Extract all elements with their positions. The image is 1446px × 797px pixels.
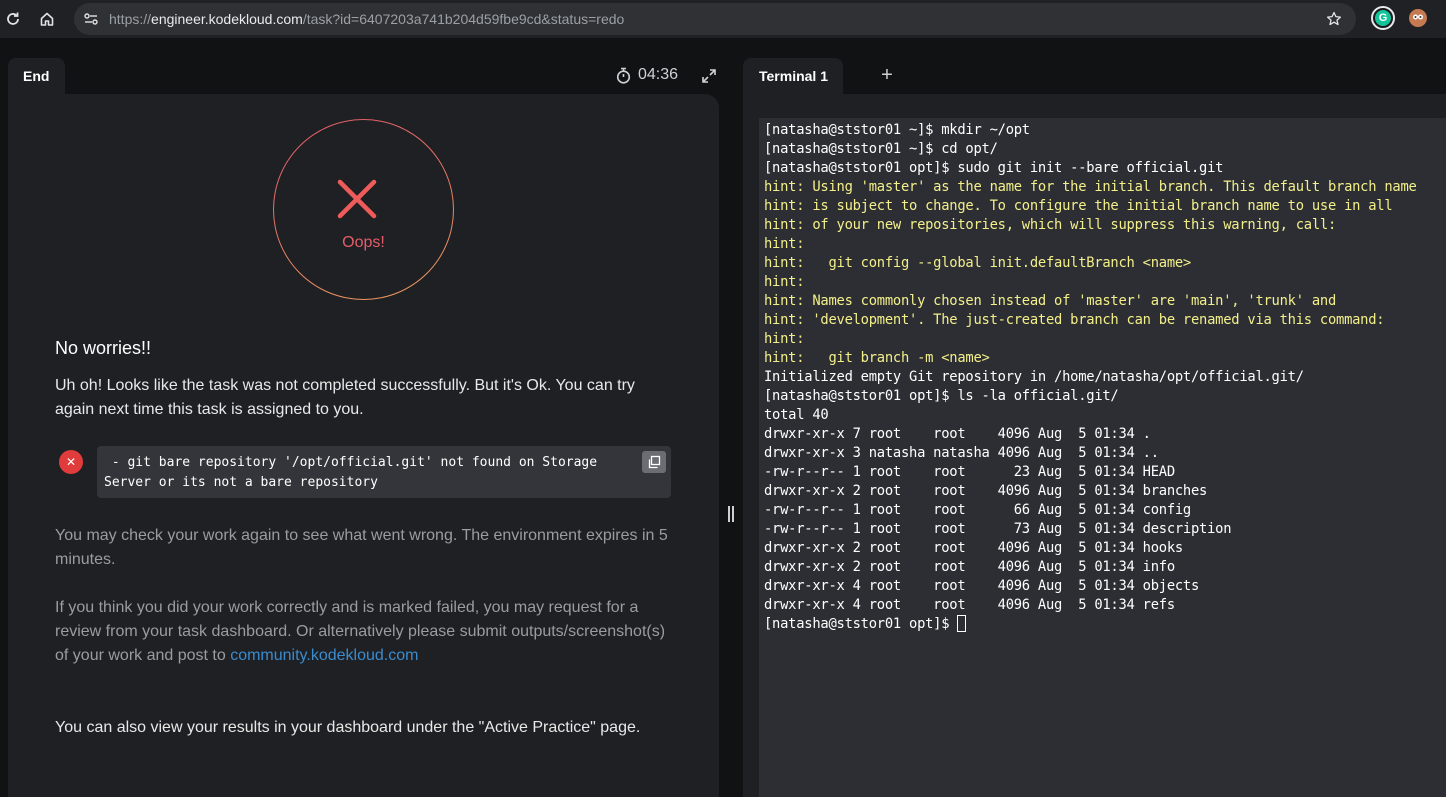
timer-value: 04:36	[638, 66, 679, 83]
terminal-line: hint:	[764, 331, 805, 347]
terminal-line: hint: of your new repositories, which wi…	[764, 217, 1337, 233]
add-terminal-button[interactable]: +	[877, 65, 897, 85]
terminal-line: hint: git branch -m <name>	[764, 350, 990, 366]
terminal-line: drwxr-xr-x 7 root root 4096 Aug 5 01:34 …	[764, 426, 1151, 442]
dashboard-note: You can also view your results in your d…	[55, 719, 641, 736]
terminal-line: drwxr-xr-x 2 root root 4096 Aug 5 01:34 …	[764, 559, 1175, 575]
terminal-line: hint:	[764, 236, 805, 252]
terminal-line: drwxr-xr-x 3 natasha natasha 4096 Aug 5 …	[764, 445, 1159, 461]
oops-label: Oops!	[342, 234, 385, 251]
error-message: - git bare repository '/opt/official.git…	[104, 455, 605, 490]
terminal-line: [natasha@ststor01 ~]$ mkdir ~/opt	[764, 122, 1030, 138]
terminal-line: drwxr-xr-x 2 root root 4096 Aug 5 01:34 …	[764, 540, 1183, 556]
url-host: engineer.kodekloud.com	[151, 11, 303, 27]
terminal-line: hint: is subject to change. To configure…	[764, 198, 1393, 214]
terminal-prompt-line: [natasha@ststor01 opt]$	[764, 615, 1446, 634]
terminal-line: -rw-r--r-- 1 root root 73 Aug 5 01:34 de…	[764, 521, 1232, 537]
site-settings-icon[interactable]	[81, 9, 101, 29]
expand-icon[interactable]	[701, 68, 717, 84]
error-icon: ✕	[59, 450, 83, 474]
community-link[interactable]: community.kodekloud.com	[230, 647, 418, 664]
grammarly-extension-icon[interactable]: G	[1371, 6, 1395, 30]
terminal-prompt: [natasha@ststor01 opt]$	[764, 616, 958, 632]
url-scheme: https://	[109, 11, 152, 27]
stopwatch-icon	[616, 66, 632, 84]
copy-icon[interactable]	[642, 451, 666, 473]
terminal-line: hint: 'development'. The just-created br…	[764, 312, 1385, 328]
terminal-line: -rw-r--r-- 1 root root 23 Aug 5 01:34 HE…	[764, 464, 1175, 480]
url-text[interactable]: https://engineer.kodekloud.com/task?id=6…	[109, 11, 624, 27]
result-title: No worries!!	[55, 338, 152, 358]
terminal-line: hint: Using 'master' as the name for the…	[764, 179, 1417, 195]
close-icon	[337, 179, 377, 219]
terminal-cursor[interactable]	[957, 615, 967, 632]
countdown-timer: 04:36	[616, 66, 678, 84]
terminal-line: total 40	[764, 407, 829, 423]
reload-icon[interactable]	[1, 7, 25, 31]
terminal-line: hint: git config --global init.defaultBr…	[764, 255, 1191, 271]
address-bar[interactable]: https://engineer.kodekloud.com/task?id=6…	[74, 3, 1356, 35]
error-message-box: - git bare repository '/opt/official.git…	[97, 446, 671, 498]
terminal-line: drwxr-xr-x 4 root root 4096 Aug 5 01:34 …	[764, 597, 1175, 613]
terminal-line: hint: Names commonly chosen instead of '…	[764, 293, 1337, 309]
browser-toolbar: https://engineer.kodekloud.com/task?id=6…	[0, 0, 1446, 38]
review-note: If you think you did your work correctly…	[55, 596, 680, 668]
terminal-line: [natasha@ststor01 opt]$ sudo git init --…	[764, 160, 1224, 176]
tab-terminal-1[interactable]: Terminal 1	[743, 58, 843, 96]
panel-resize-handle[interactable]	[727, 506, 735, 524]
terminal-line: [natasha@ststor01 ~]$ cd opt/	[764, 141, 998, 157]
expiry-note: You may check your work again to see wha…	[55, 527, 668, 568]
terminal-output[interactable]: [natasha@ststor01 ~]$ mkdir ~/opt [natash…	[759, 118, 1446, 797]
result-subtitle: Uh oh! Looks like the task was not compl…	[55, 377, 635, 418]
home-icon[interactable]	[35, 7, 59, 31]
failure-badge: Oops!	[273, 119, 454, 300]
profile-avatar-icon[interactable]	[1409, 9, 1427, 27]
terminal-line: [natasha@ststor01 opt]$ ls -la official.…	[764, 388, 1119, 404]
terminal-line: hint:	[764, 274, 805, 290]
grammarly-letter: G	[1375, 10, 1391, 26]
terminal-line: -rw-r--r-- 1 root root 66 Aug 5 01:34 co…	[764, 502, 1191, 518]
bookmark-star-icon[interactable]	[1324, 9, 1344, 29]
tab-end[interactable]: End	[8, 58, 65, 96]
terminal-line: Initialized empty Git repository in /hom…	[764, 369, 1304, 385]
url-path: /task?id=6407203a741b204d59fbe9cd&status…	[302, 11, 625, 27]
terminal-lines: [natasha@ststor01 ~]$ mkdir ~/opt [natash…	[764, 121, 1446, 615]
terminal-line: drwxr-xr-x 2 root root 4096 Aug 5 01:34 …	[764, 483, 1208, 499]
terminal-line: drwxr-xr-x 4 root root 4096 Aug 5 01:34 …	[764, 578, 1200, 594]
